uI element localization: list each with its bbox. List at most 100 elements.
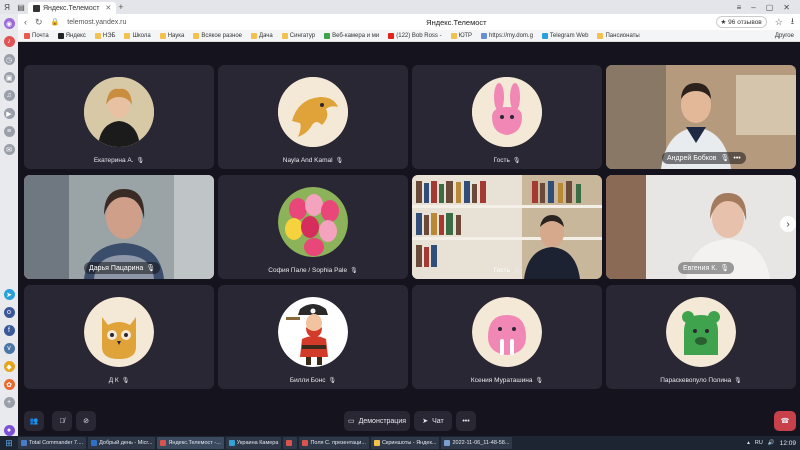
taskbar-item[interactable]: 2022-11-06_11-48-58... — [441, 437, 513, 449]
bookmark-item[interactable]: (122) Bob Ross - — [388, 32, 442, 39]
mic-icon: 🎙 — [136, 158, 145, 164]
more-button[interactable]: ••• — [456, 411, 476, 431]
address-bar: ‹ ↻ 🔒 telemost.yandex.ru Яндекс.Телемост… — [18, 14, 800, 30]
more-icon[interactable]: ••• — [733, 155, 740, 162]
bookmark-item[interactable]: Сингатур — [281, 32, 315, 39]
participant-tile[interactable]: Гость 🎙 — [412, 175, 602, 279]
bookmark-item[interactable]: Наука — [159, 32, 184, 39]
telegram-icon[interactable]: ➤ — [3, 289, 15, 300]
participant-name: Билли Бонс 🎙 — [289, 377, 337, 384]
market-icon[interactable]: ◆ — [3, 361, 15, 372]
download-icon[interactable]: ⭳ — [791, 14, 794, 30]
taskbar-item[interactable]: Total Commander 7.... — [18, 437, 87, 449]
mic-toggle-button[interactable]: 🎙̸ — [52, 411, 72, 431]
bookshelf-video-icon — [412, 175, 602, 279]
alice-icon[interactable]: ● — [3, 425, 15, 436]
add-icon[interactable]: + — [3, 397, 15, 408]
bookmark-item[interactable]: Telegram Web — [541, 32, 588, 39]
menu-icon[interactable]: ≡ — [737, 3, 742, 12]
taskbar-item[interactable]: Скриншоты - Яндек... — [370, 437, 440, 449]
minimize-icon[interactable]: – — [751, 3, 755, 12]
camera-toggle-button[interactable]: ⊘ — [76, 411, 96, 431]
reviews-badge[interactable]: ★ 96 отзывов — [715, 16, 767, 28]
bookmark-star-icon[interactable]: ☆ — [775, 17, 783, 28]
os-taskbar: ⊞ Total Commander 7.... Добрый день - Mi… — [0, 436, 800, 450]
close-window-icon[interactable]: ✕ — [783, 3, 790, 12]
clock[interactable]: 12:09 — [780, 440, 796, 447]
music-icon[interactable]: ♫ — [3, 90, 15, 101]
woman-portrait-icon — [84, 77, 154, 147]
bookmark-item[interactable]: Всякое разное — [193, 32, 242, 39]
tab-telemost[interactable]: Яндекс.Телемост ✕ — [28, 2, 117, 14]
bookmark-item[interactable]: Дача — [251, 32, 273, 39]
volume-icon[interactable]: 🔊 — [768, 440, 775, 446]
tulips-icon — [278, 187, 348, 257]
language-indicator[interactable]: RU — [755, 440, 763, 446]
new-tab-button[interactable]: + — [118, 2, 123, 12]
bookmark-item[interactable]: Почта — [24, 32, 49, 39]
close-tab-icon[interactable]: ✕ — [105, 4, 111, 12]
participant-tile[interactable]: Ксения Мураташина 🎙 — [412, 285, 602, 389]
facebook-icon[interactable]: f — [3, 325, 15, 336]
tabs-list-icon[interactable]: ▤ — [14, 0, 28, 14]
maximize-icon[interactable]: ▢ — [766, 3, 774, 12]
start-menu-icon[interactable]: ⊞ — [2, 437, 16, 449]
participants-button[interactable]: 👥 — [24, 411, 44, 431]
participant-tile[interactable]: Д К 🎙 — [24, 285, 214, 389]
chevron-right-icon: › — [786, 218, 790, 230]
notes-icon[interactable]: ≡ — [3, 126, 15, 137]
tray-icon[interactable]: ▴ — [747, 440, 750, 446]
mic-icon: 🎙 — [734, 378, 742, 384]
participant-tile[interactable]: Параскевопуло Полина 🎙 — [606, 285, 796, 389]
yandex-browser-icon[interactable]: Я — [0, 0, 14, 14]
alice-icon[interactable]: ◉ — [3, 18, 15, 29]
chat-button[interactable]: ➤ Чат — [414, 411, 452, 431]
participant-tile[interactable]: Гость 🎙 — [412, 65, 602, 169]
taskbar-item[interactable]: Украина Камера — [225, 437, 282, 449]
mic-icon: 🎙 — [328, 378, 337, 384]
taskbar-item[interactable] — [283, 437, 298, 449]
folder-icon — [373, 440, 380, 446]
participant-name: Параскевопуло Полина 🎙 — [660, 377, 742, 384]
history-icon[interactable]: ◷ — [3, 54, 15, 65]
taskbar-item[interactable]: Поля С. презентаци... — [299, 437, 369, 449]
avatar — [278, 297, 348, 367]
gear-icon[interactable]: ✿ — [3, 379, 15, 390]
taskbar-item[interactable]: Добрый день - Micr... — [88, 437, 156, 449]
participant-tile[interactable]: Nayla And Kamal 🎙 — [218, 65, 408, 169]
taskbar-item[interactable]: Яндекс.Телемост -... — [157, 437, 224, 449]
screen-share-icon: ▭ — [347, 418, 355, 425]
participant-tile[interactable]: Дарья Пацарина 🎙 — [24, 175, 214, 279]
bell-icon[interactable]: ♪ — [3, 36, 15, 47]
app-icon — [228, 440, 235, 446]
other-bookmarks[interactable]: Другое — [775, 33, 794, 39]
telegram-icon — [541, 32, 548, 39]
url-field[interactable]: telemost.yandex.ru — [67, 19, 197, 26]
bookmark-item[interactable]: Яндекс — [57, 32, 86, 39]
participant-tile[interactable]: Екатерина А. 🎙 — [24, 65, 214, 169]
participant-tile[interactable]: Андрей Бобков 🎙 ••• — [606, 65, 796, 169]
vk-icon[interactable]: v — [3, 343, 15, 354]
sidebar-gap — [4, 162, 15, 282]
mail-icon[interactable]: ✉ — [3, 144, 15, 155]
mic-icon: 🎙 — [121, 378, 130, 384]
participant-tile[interactable]: София Пале / Sophia Pale 🎙 — [218, 175, 408, 279]
reload-icon[interactable]: ↻ — [35, 17, 43, 28]
collections-icon[interactable]: ▣ — [3, 72, 15, 83]
ok-icon[interactable]: o — [3, 307, 15, 318]
participant-tile[interactable]: Билли Бонс 🎙 — [218, 285, 408, 389]
screen-share-button[interactable]: ▭ Демонстрация — [344, 411, 410, 431]
video-icon[interactable]: ▶ — [3, 108, 15, 119]
browser-tab-bar: Я ▤ Яндекс.Телемост ✕ + ≡ – ▢ ✕ — [0, 0, 800, 14]
next-page-button[interactable]: › — [780, 216, 796, 232]
bookmark-item[interactable]: https://my.dom.g — [481, 32, 533, 39]
back-icon[interactable]: ‹ — [24, 17, 27, 27]
hang-up-button[interactable]: ☎ — [774, 411, 796, 431]
youtube-icon — [388, 32, 395, 39]
participant-tile[interactable]: Евгения К. 🎙 — [606, 175, 796, 279]
bookmark-item[interactable]: Пансионаты — [597, 32, 640, 39]
bookmark-item[interactable]: НЭБ — [94, 32, 115, 39]
bookmark-item[interactable]: ЮТР — [450, 32, 472, 39]
bookmark-item[interactable]: Школа — [124, 32, 151, 39]
bookmark-item[interactable]: Веб-камера и ми — [324, 32, 379, 39]
